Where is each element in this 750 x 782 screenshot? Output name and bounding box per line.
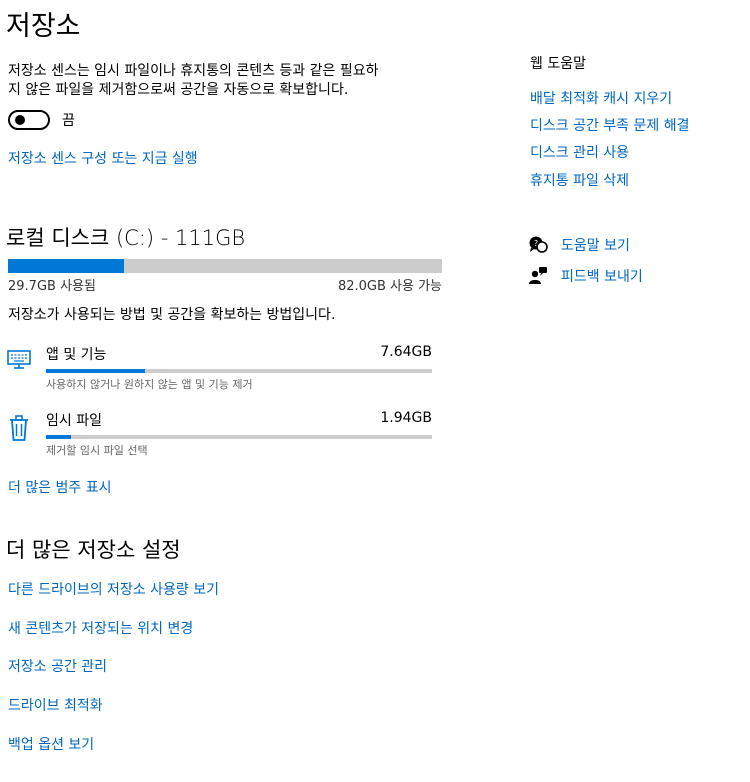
link-other-drives-usage[interactable]: 다른 드라이브의 저장소 사용량 보기 [8,579,219,599]
link-manage-storage-spaces[interactable]: 저장소 공간 관리 [8,656,107,676]
category-hint: 사용하지 않거나 원하지 않는 앱 및 기능 제거 [46,378,253,391]
usage-description: 저장소가 사용되는 방법 및 공간을 확보하는 방법입니다. [8,307,336,323]
more-settings-title: 더 많은 저장소 설정 [6,538,181,562]
category-hint: 제거할 임시 파일 선택 [46,444,148,457]
show-more-categories-link[interactable]: 더 많은 범주 표시 [8,477,112,497]
storage-sense-toggle[interactable] [8,110,50,130]
monitor-keyboard-icon [6,348,32,370]
help-link-low-disk-space[interactable]: 디스크 공간 부족 문제 해결 [530,115,689,135]
disk-usage-bar [8,259,442,273]
category-usage-bar [46,369,432,373]
category-name: 임시 파일 [46,413,102,429]
disk-usage-fill [8,259,125,273]
link-backup-options[interactable]: 백업 옵션 보기 [8,734,94,754]
toggle-state-label: 끔 [62,113,75,129]
disk-free-label: 82.0GB 사용 가능 [337,279,442,294]
get-help-link[interactable]: 도움말 보기 [561,235,630,255]
category-usage-fill [46,369,146,373]
category-usage-bar [46,435,432,439]
category-usage-fill [46,435,72,439]
category-size: 7.64GB [380,344,432,360]
web-help-title: 웹 도움말 [530,56,586,72]
page-title: 저장소 [6,11,81,42]
help-chat-icon: ? [528,235,548,255]
help-link-delete-recycle-bin[interactable]: 휴지통 파일 삭제 [530,170,629,190]
category-apps[interactable]: 앱 및 기능 7.64GB 사용하지 않거나 원하지 않는 앱 및 기능 제거 [6,344,436,394]
category-name: 앱 및 기능 [46,347,107,363]
trash-icon [8,414,30,442]
configure-storage-sense-link[interactable]: 저장소 센스 구성 또는 지금 실행 [8,148,198,168]
svg-text:?: ? [534,239,538,248]
disk-used-label: 29.7GB 사용됨 [8,279,96,294]
disk-title: 로컬 디스크 (C:) - 111GB [6,226,246,250]
help-link-disk-management[interactable]: 디스크 관리 사용 [530,142,629,162]
help-link-delivery-optimization[interactable]: 배달 최적화 캐시 지우기 [530,88,672,108]
send-feedback-link[interactable]: 피드백 보내기 [561,266,643,286]
toggle-knob [15,115,25,125]
storage-sense-description-line2: 지 않은 파일을 제거함으로써 공간을 자동으로 확보합니다. [8,82,349,98]
category-temp-files[interactable]: 임시 파일 1.94GB 제거할 임시 파일 선택 [6,410,436,460]
link-optimize-drives[interactable]: 드라이브 최적화 [8,695,103,715]
category-size: 1.94GB [380,410,432,426]
link-change-save-location[interactable]: 새 콘텐츠가 저장되는 위치 변경 [8,618,193,638]
feedback-icon [528,266,548,286]
